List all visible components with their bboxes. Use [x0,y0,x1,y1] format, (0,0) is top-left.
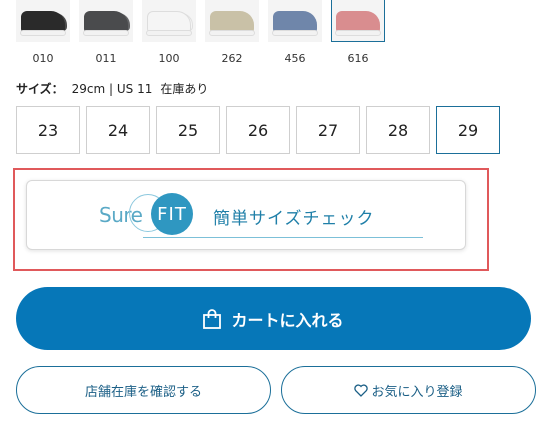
surefit-size-check-button[interactable]: Sure FIT 簡単サイズチェック [26,180,466,250]
add-to-favorites-button[interactable]: お気に入り登録 [281,366,536,414]
size-button-28[interactable]: 28 [366,106,430,154]
add-to-favorites-label: お気に入り登録 [371,384,463,400]
size-button-27[interactable]: 27 [296,106,360,154]
color-swatch-010[interactable] [16,0,70,42]
color-swatch-262[interactable] [205,0,259,42]
check-store-stock-label: 店舗在庫を確認する [84,384,202,400]
stock-status: 在庫あり [160,82,209,96]
size-info: サイズ： 29cm | US 11 在庫あり [16,80,208,97]
color-swatch-list: 010 011 100 262 456 616 [0,0,539,70]
color-swatch-011[interactable] [79,0,133,42]
swatch-code: 616 [347,52,369,65]
product-purchase-panel: 010 011 100 262 456 616 サイズ： 29cm | US 1… [0,0,539,433]
swatch-code: 100 [158,52,180,65]
size-button-24[interactable]: 24 [86,106,150,154]
surefit-underline [143,237,423,238]
check-store-stock-button[interactable]: 店舗在庫を確認する [16,366,271,414]
surefit-title: 簡単サイズチェック [213,209,375,229]
add-to-cart-button[interactable]: カートに入れる [16,287,531,350]
selected-size-value: 29cm | US 11 [71,82,153,96]
surefit-fit-badge: FIT [151,193,193,235]
size-label: サイズ： [16,82,64,96]
surefit-logo: Sure FIT 簡単サイズチェック [93,189,423,239]
surefit-logo-fit: FIT [157,203,187,225]
color-swatch-616[interactable] [331,0,385,42]
color-swatch-456[interactable] [268,0,322,42]
add-to-cart-label: カートに入れる [231,310,344,330]
swatch-code: 011 [95,52,117,65]
shopping-bag-icon [203,308,222,329]
size-button-26[interactable]: 26 [226,106,290,154]
heart-icon [354,383,369,397]
size-button-25[interactable]: 25 [156,106,220,154]
size-button-29[interactable]: 29 [436,106,500,154]
swatch-code: 010 [32,52,54,65]
color-swatch-100[interactable] [142,0,196,42]
swatch-code: 456 [284,52,306,65]
size-button-23[interactable]: 23 [16,106,80,154]
swatch-code: 262 [221,52,243,65]
